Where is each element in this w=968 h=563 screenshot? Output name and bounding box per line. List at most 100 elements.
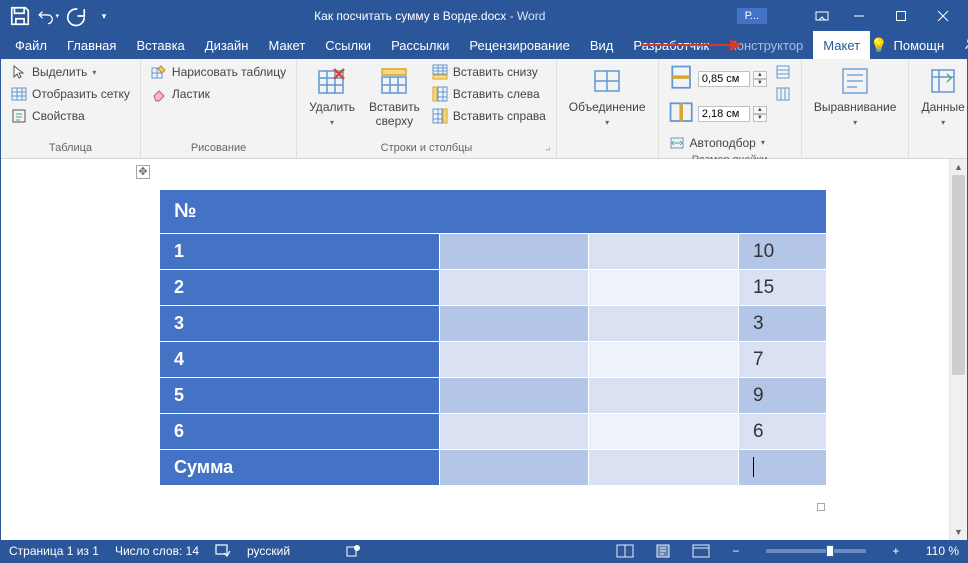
col-width-input[interactable] [698,106,750,122]
delete-button[interactable]: Удалить [305,63,359,131]
distribute-cols-button[interactable] [773,85,793,103]
qat-customize[interactable]: ▾ [93,5,115,27]
word-count[interactable]: Число слов: 14 [115,544,199,558]
zoom-slider[interactable] [766,549,866,553]
distribute-rows-button[interactable] [773,63,793,81]
width-up[interactable]: ▲ [753,106,767,114]
group-label-align [810,152,901,156]
group-cell-size: ▲▼ ▲▼ Автоподбор ▾ Размер ячейки [659,59,802,158]
row-height-input[interactable] [698,71,750,87]
zoom-thumb[interactable] [826,545,834,557]
insert-left-button[interactable]: Вставить слева [430,85,548,104]
ribbon-tabs: Файл Главная Вставка Дизайн Макет Ссылки… [1,31,967,59]
tab-mailings[interactable]: Рассылки [381,31,459,59]
table-row[interactable]: 47 [160,342,827,378]
account-pill[interactable]: Р... [737,8,767,24]
scroll-thumb[interactable] [952,175,965,375]
insert-right-button[interactable]: Вставить справа [430,107,548,126]
table-row[interactable]: 215 [160,270,827,306]
group-label-merge [565,152,650,156]
share-icon[interactable] [962,36,968,55]
table-header-row[interactable]: № [160,190,827,234]
ribbon: Выделить ▾ Отобразить сетку Свойства Таб… [1,59,967,159]
tab-review[interactable]: Рецензирование [459,31,579,59]
data-button[interactable]: Данные [917,63,968,131]
zoom-out-button[interactable]: − [728,544,744,558]
table-sum-row[interactable]: Сумма [160,450,827,486]
data-icon [927,65,959,97]
draw-table-button[interactable]: Нарисовать таблицу [149,63,288,82]
undo-button[interactable]: ▾ [37,5,59,27]
table-row[interactable]: 33 [160,306,827,342]
view-gridlines-button[interactable]: Отобразить сетку [9,85,132,104]
tell-me[interactable]: Помощн [894,38,945,53]
language-indicator[interactable]: русский [247,544,290,558]
zoom-in-button[interactable]: + [888,544,904,558]
table-header[interactable]: № [160,190,827,234]
group-label-draw: Рисование [149,140,288,156]
insert-below-icon [432,64,448,80]
col-width-icon [667,98,695,129]
vertical-scrollbar[interactable]: ▲ ▼ [949,159,967,540]
select-button[interactable]: Выделить ▾ [9,63,132,82]
width-down[interactable]: ▼ [753,114,767,122]
merge-button[interactable]: Объединение [565,63,650,131]
group-draw: Нарисовать таблицу Ластик Рисование [141,59,297,158]
document-name: Как посчитать сумму в Ворде.docx [314,9,506,23]
autofit-button[interactable]: Автоподбор ▾ [667,134,767,153]
print-layout-button[interactable] [652,542,674,560]
web-layout-button[interactable] [690,542,712,560]
table-resize-handle[interactable] [817,503,825,511]
table-row[interactable]: 59 [160,378,827,414]
minimize-button[interactable] [839,2,879,30]
group-rows-columns: Удалить Вставить сверху Вставить снизу В… [297,59,557,158]
tab-insert[interactable]: Вставка [126,31,194,59]
tab-design[interactable]: Дизайн [195,31,259,59]
page[interactable]: ✥ № 110 215 33 47 59 66 Сумма [1,159,949,540]
height-up[interactable]: ▲ [753,71,767,79]
zoom-level[interactable]: 110 % [926,544,959,558]
tab-view[interactable]: Вид [580,31,624,59]
autofit-icon [669,135,685,151]
document-table[interactable]: № 110 215 33 47 59 66 Сумма [159,189,827,486]
text-cursor [753,457,754,477]
scroll-up[interactable]: ▲ [950,159,967,175]
save-button[interactable] [9,5,31,27]
alignment-button[interactable]: Выравнивание [810,63,901,131]
insert-above-button[interactable]: Вставить сверху [365,63,424,131]
close-button[interactable] [923,2,963,30]
distribute-cols-icon [775,86,791,102]
group-label-data [917,152,968,156]
table-move-handle[interactable]: ✥ [136,165,150,179]
group-label-table: Таблица [9,140,132,156]
maximize-button[interactable] [881,2,921,30]
height-down[interactable]: ▼ [753,79,767,87]
cursor-icon [11,64,27,80]
distribute-rows-icon [775,64,791,80]
tab-references[interactable]: Ссылки [315,31,381,59]
insert-below-button[interactable]: Вставить снизу [430,63,548,82]
scroll-down[interactable]: ▼ [950,524,967,540]
window-controls [807,2,967,30]
spell-check-icon[interactable] [215,544,231,558]
insert-left-icon [432,86,448,102]
tab-table-layout[interactable]: Макет [813,31,870,59]
eraser-button[interactable]: Ластик [149,85,288,104]
scroll-track[interactable] [950,175,967,524]
redo-button[interactable] [65,5,87,27]
app-name: Word [517,9,545,23]
ribbon-options-button[interactable] [807,2,837,30]
read-mode-button[interactable] [614,542,636,560]
properties-button[interactable]: Свойства [9,107,132,126]
tab-home[interactable]: Главная [57,31,126,59]
macro-record-icon[interactable] [346,544,360,558]
table-row[interactable]: 66 [160,414,827,450]
grid-icon [11,86,27,102]
page-indicator[interactable]: Страница 1 из 1 [9,544,99,558]
table-row[interactable]: 110 [160,234,827,270]
tab-layout[interactable]: Макет [258,31,315,59]
properties-icon [11,108,27,124]
group-label-rows-cols[interactable]: Строки и столбцы [305,140,548,156]
tab-file[interactable]: Файл [5,31,57,59]
annotation-arrow [641,44,741,46]
